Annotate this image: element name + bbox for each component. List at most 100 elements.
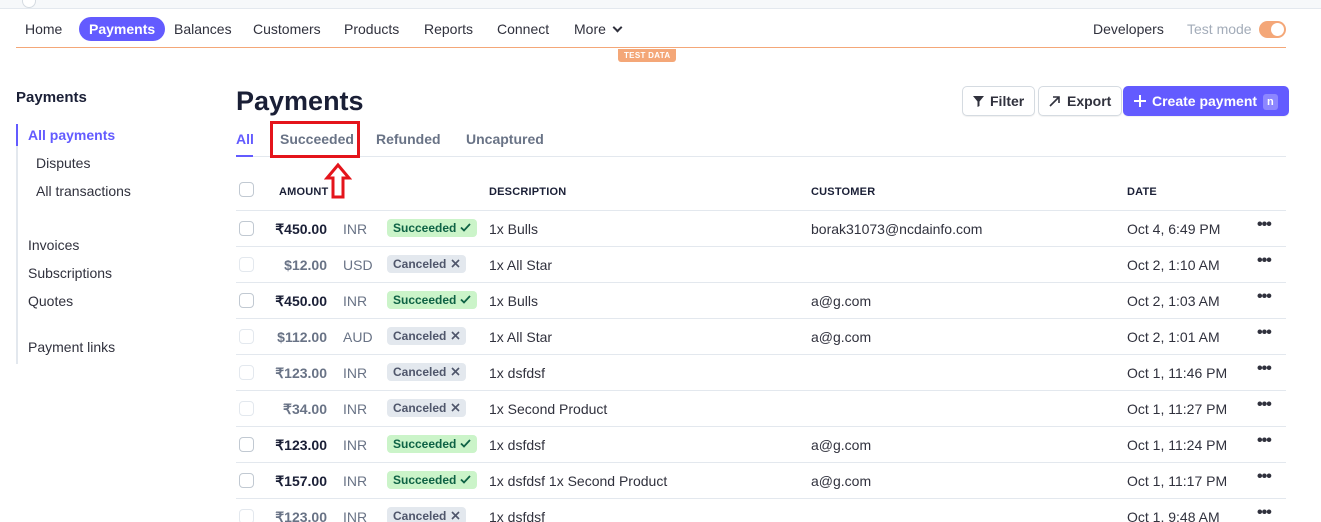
column-header-date[interactable]: DATE	[1127, 186, 1157, 198]
sidebar-item-quotes[interactable]: Quotes	[28, 293, 73, 309]
description-cell: 1x Second Product	[489, 401, 608, 417]
filter-button[interactable]: Filter	[962, 86, 1036, 116]
currency-cell: USD	[343, 257, 373, 273]
status-label: Canceled	[393, 365, 447, 379]
more-options-icon[interactable]: •••	[1257, 288, 1272, 306]
currency-cell: AUD	[343, 329, 373, 345]
date-cell: Oct 1, 11:24 PM	[1127, 437, 1228, 453]
status-label: Canceled	[393, 257, 447, 271]
sidebar-divider	[16, 124, 18, 364]
currency-cell: INR	[343, 221, 368, 237]
more-options-icon[interactable]: •••	[1257, 324, 1272, 342]
row-checkbox[interactable]	[239, 509, 254, 522]
top-nav: Home Payments Balances Customers Product…	[16, 10, 1286, 48]
tab-all[interactable]: All	[236, 131, 254, 147]
table-row[interactable]: ₹34.00 INR Canceled 1x Second Product Oct 1,…	[236, 391, 1286, 427]
customer-cell: borak31073@ncdainfo.com	[811, 221, 983, 237]
amount-cell: $12.00	[284, 257, 327, 273]
table-header: AMOUNT DESCRIPTION CUSTOMER DATE	[236, 174, 1286, 211]
test-mode-toggle[interactable]	[1259, 21, 1286, 38]
column-header-description: DESCRIPTION	[489, 186, 567, 198]
checkmark-icon	[460, 223, 472, 232]
row-checkbox[interactable]	[239, 329, 254, 344]
keyboard-shortcut: n	[1263, 94, 1278, 110]
export-button[interactable]: Export	[1038, 86, 1123, 116]
row-checkbox[interactable]	[239, 293, 254, 308]
more-options-icon[interactable]: •••	[1257, 396, 1272, 414]
amount-cell: ₹123.00	[275, 365, 327, 381]
checkmark-icon	[460, 475, 472, 484]
export-label: Export	[1067, 93, 1112, 109]
status-badge: Canceled	[387, 327, 467, 345]
nav-products[interactable]: Products	[344, 17, 399, 41]
status-badge: Canceled	[387, 507, 467, 522]
column-header-amount[interactable]: AMOUNT	[279, 186, 328, 198]
sidebar-item-all-transactions[interactable]: All transactions	[36, 183, 131, 199]
table-row[interactable]: ₹157.00 INR Succeeded 1x dsfdsf 1x Second P…	[236, 463, 1286, 499]
toggle-knob	[1271, 23, 1284, 36]
date-cell: Oct 4, 6:49 PM	[1127, 221, 1221, 237]
more-options-icon[interactable]: •••	[1257, 216, 1272, 234]
row-checkbox[interactable]	[239, 473, 254, 488]
row-checkbox[interactable]	[239, 221, 254, 236]
date-cell: Oct 2, 1:03 AM	[1127, 293, 1220, 309]
tab-refunded[interactable]: Refunded	[376, 131, 441, 147]
table-row[interactable]: ₹450.00 INR Succeeded 1x Bulls borak31073@nc…	[236, 211, 1286, 247]
status-label: Succeeded	[393, 473, 457, 487]
nav-home[interactable]: Home	[25, 17, 62, 41]
amount-cell: $112.00	[277, 329, 327, 345]
table-row[interactable]: $12.00 USD Canceled 1x All Star Oct 2, 1:10 …	[236, 247, 1286, 283]
create-payment-button[interactable]: Create payment n	[1123, 86, 1289, 116]
date-cell: Oct 1, 11:46 PM	[1127, 365, 1228, 381]
nav-payments[interactable]: Payments	[79, 17, 166, 41]
checkmark-icon	[460, 295, 472, 304]
currency-cell: INR	[343, 401, 368, 417]
amount-cell: ₹157.00	[275, 473, 327, 489]
table-row[interactable]: $112.00 AUD Canceled 1x All Star a@g.com Oct …	[236, 319, 1286, 355]
page-title: Payments	[236, 86, 364, 116]
table-row[interactable]: ₹123.00 INR Canceled 1x dsfdsf Oct 1, 9:48 A…	[236, 499, 1286, 522]
arrow-up-right-icon	[1049, 96, 1060, 107]
table-row[interactable]: ₹450.00 INR Succeeded 1x Bulls a@g.com Oct 2,…	[236, 283, 1286, 319]
test-mode-label: Test mode	[1187, 21, 1252, 37]
description-cell: 1x Bulls	[489, 293, 539, 309]
nav-developers[interactable]: Developers	[1093, 17, 1164, 41]
sidebar-item-disputes[interactable]: Disputes	[36, 155, 90, 171]
status-badge: Canceled	[387, 255, 467, 273]
date-cell: Oct 1, 9:48 AM	[1127, 509, 1220, 522]
more-options-icon[interactable]: •••	[1257, 468, 1272, 486]
sidebar-item-subscriptions[interactable]: Subscriptions	[28, 265, 112, 281]
nav-balances[interactable]: Balances	[174, 17, 232, 41]
x-icon	[451, 259, 460, 268]
currency-cell: INR	[343, 293, 368, 309]
row-checkbox[interactable]	[239, 437, 254, 452]
table-row[interactable]: ₹123.00 INR Succeeded 1x dsfdsf a@g.com Oct 1…	[236, 427, 1286, 463]
sidebar-item-invoices[interactable]: Invoices	[28, 237, 79, 253]
nav-reports[interactable]: Reports	[424, 17, 473, 41]
currency-cell: INR	[343, 365, 368, 381]
tab-uncaptured[interactable]: Uncaptured	[466, 131, 544, 147]
x-icon	[451, 367, 460, 376]
more-options-icon[interactable]: •••	[1257, 252, 1272, 270]
nav-more[interactable]: More	[574, 17, 623, 41]
nav-connect[interactable]: Connect	[497, 17, 549, 41]
chevron-down-icon	[612, 22, 623, 33]
nav-customers[interactable]: Customers	[253, 17, 321, 41]
description-cell: 1x Bulls	[489, 221, 539, 237]
customer-cell: a@g.com	[811, 473, 872, 489]
row-checkbox[interactable]	[239, 401, 254, 416]
table-row[interactable]: ₹123.00 INR Canceled 1x dsfdsf Oct 1, 11:46 …	[236, 355, 1286, 391]
more-options-icon[interactable]: •••	[1257, 360, 1272, 378]
row-checkbox[interactable]	[239, 365, 254, 380]
description-cell: 1x dsfdsf	[489, 437, 546, 453]
sidebar-item-payment-links[interactable]: Payment links	[28, 339, 115, 355]
row-checkbox[interactable]	[239, 257, 254, 272]
more-options-icon[interactable]: •••	[1257, 504, 1272, 522]
more-options-icon[interactable]: •••	[1257, 432, 1272, 450]
status-label: Canceled	[393, 509, 447, 522]
amount-cell: ₹123.00	[275, 509, 327, 522]
x-icon	[451, 511, 460, 520]
description-cell: 1x All Star	[489, 329, 553, 345]
sidebar-item-all-payments[interactable]: All payments	[28, 127, 115, 143]
select-all-checkbox[interactable]	[239, 182, 254, 197]
